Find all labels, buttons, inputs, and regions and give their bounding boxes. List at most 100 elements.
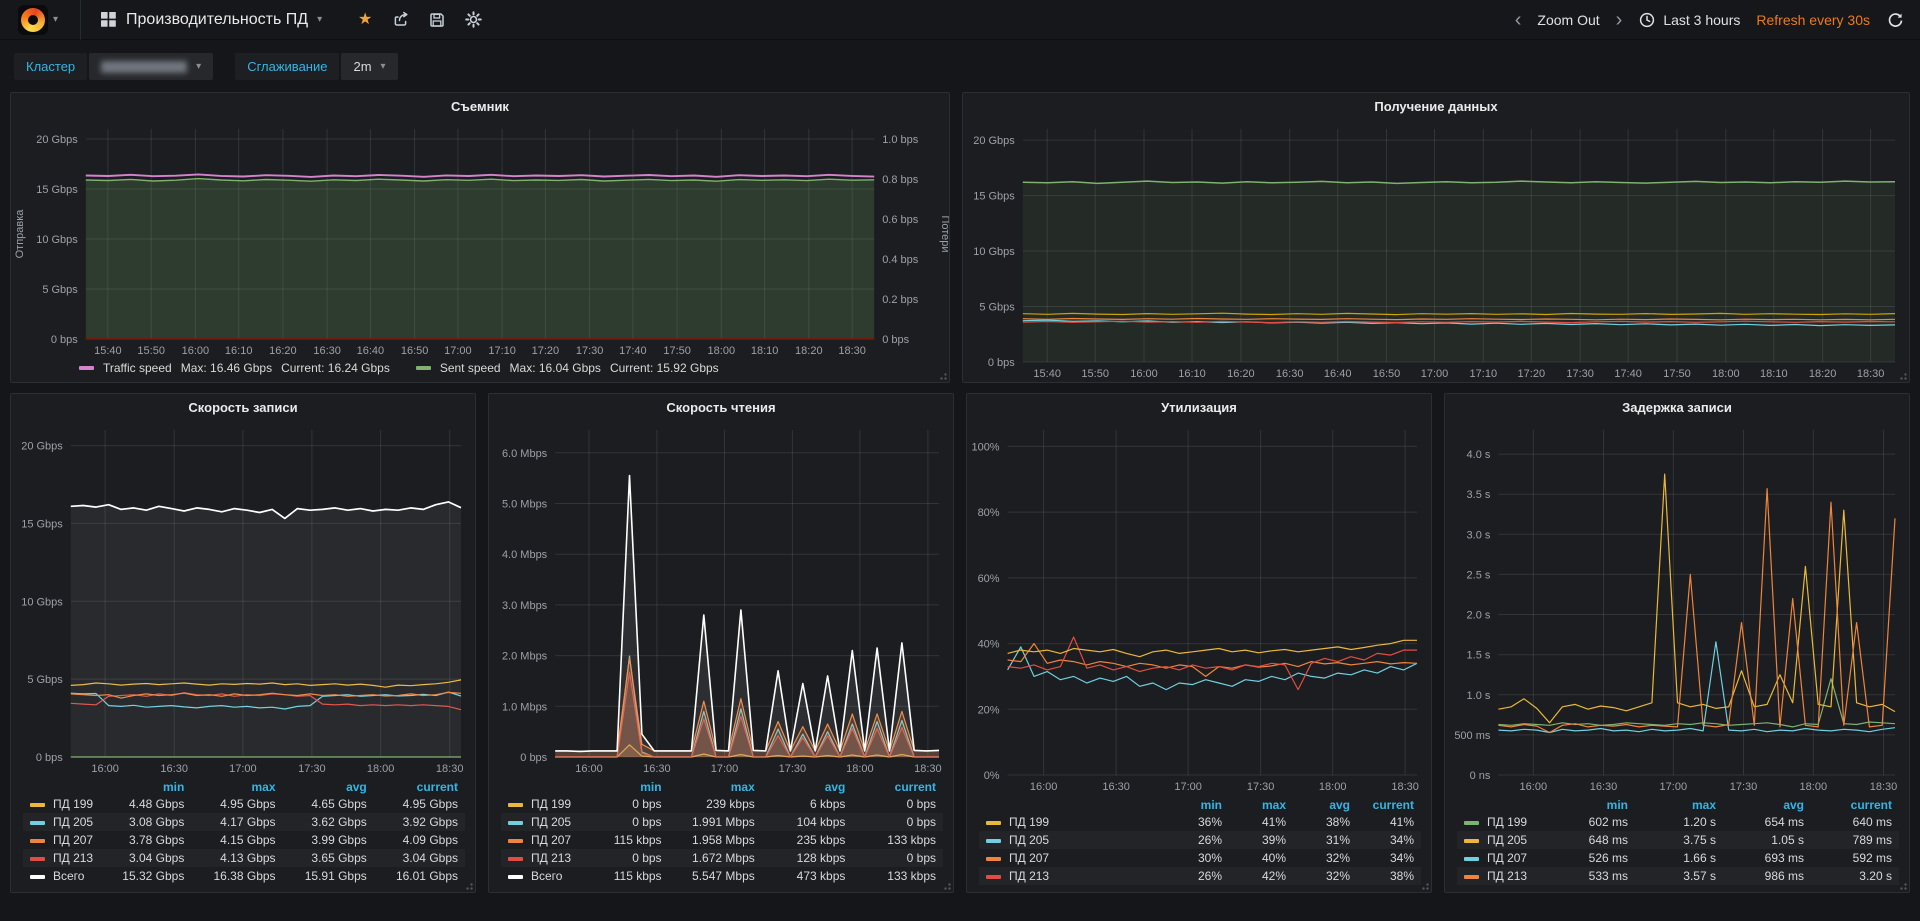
legend-series-name[interactable]: ПД 205 [1457,831,1547,849]
time-shift-back-icon[interactable]: ‹ [1515,10,1522,30]
legend-series-name[interactable]: ПД 207 [1457,849,1547,867]
legend-row: ПД 205 648 ms 3.75 s 1.05 s 789 ms [1457,831,1899,849]
legend-series-name[interactable]: ПД 207 [23,831,100,849]
settings-gear-icon[interactable] [464,11,482,29]
zoom-out-button[interactable]: Zoom Out [1537,12,1599,28]
legend-series-item[interactable]: Sent speed Max: 16.04 Gbps Current: 15.92 … [415,361,719,375]
legend-color-swatch [508,802,523,807]
grafana-logo-button[interactable]: ▾ [10,4,66,35]
star-icon[interactable]: ★ [356,11,374,29]
svg-text:10 Gbps: 10 Gbps [21,596,63,608]
svg-text:16:20: 16:20 [269,345,297,357]
legend-series-name[interactable]: ПД 205 [501,813,578,831]
legend-column-header[interactable]: current [852,779,943,795]
legend-series-name[interactable]: ПД 207 [979,849,1165,867]
legend-column-header[interactable]: max [1635,797,1723,813]
time-range-label: Last 3 hours [1663,11,1741,28]
panel-resize-handle[interactable] [937,370,948,381]
svg-text:16:20: 16:20 [1227,368,1255,380]
svg-text:18:20: 18:20 [1809,368,1837,380]
legend-stat-value: 4.15 Gbps [220,833,276,847]
panel-title[interactable]: Съемник [11,93,949,119]
legend-series-stat: Current: 16.24 Gbps [281,361,390,375]
svg-text:16:30: 16:30 [313,345,341,357]
panel-resize-handle[interactable] [1897,370,1908,381]
variable-cluster-value-dropdown[interactable]: ▾ [89,53,214,80]
legend-column-header[interactable]: current [1811,797,1899,813]
legend-series-name[interactable]: Всего [23,867,100,885]
legend-series-name[interactable]: ПД 199 [23,795,100,813]
variable-smoothing-label[interactable]: Сглаживание [235,53,340,80]
legend-row: ПД 205 3.08 Gbps 4.17 Gbps 3.62 Gbps 3.92 Gb… [23,813,465,831]
timeseries-chart[interactable]: 16:00 16:30 17:00 17:30 18:00 18:30 0 bps 1.0 M… [489,420,953,777]
legend-column-header[interactable]: avg [762,779,853,795]
legend-color-swatch [1464,874,1479,879]
legend-column-header[interactable]: avg [283,779,374,795]
panel-resize-handle[interactable] [463,880,474,891]
legend-column-header[interactable]: max [1229,797,1293,813]
timeseries-chart[interactable]: 15:40 15:50 16:00 16:10 16:20 16:30 16:40 16:50… [963,119,1909,382]
legend-series-name[interactable]: ПД 205 [23,813,100,831]
legend-column-header[interactable]: current [1357,797,1421,813]
timeseries-chart[interactable]: 15:40 15:50 16:00 16:10 16:20 16:30 16:40 16:50… [11,119,949,359]
variable-cluster-value-redacted [101,60,188,73]
legend-stat-value: 602 ms [1588,815,1628,829]
variable-cluster-label[interactable]: Кластер [14,53,88,80]
refresh-interval-label[interactable]: Refresh every 30s [1756,12,1870,28]
panel-resize-handle[interactable] [941,880,952,891]
legend-column-header[interactable]: max [669,779,762,795]
svg-text:20 Gbps: 20 Gbps [973,135,1015,147]
panel-resize-handle[interactable] [1897,880,1908,891]
legend-series-item[interactable]: Traffic speed Max: 16.46 Gbps Current: 16.… [79,361,390,375]
legend-column-header[interactable]: avg [1723,797,1811,813]
panel-resize-handle[interactable] [1419,880,1430,891]
legend-row: ПД 205 26% 39% 31% 34% [979,831,1421,849]
legend-column-header[interactable]: current [374,779,465,795]
dashboard-picker[interactable]: Производительность ПД ▾ [95,11,326,29]
timeseries-chart[interactable]: 16:00 16:30 17:00 17:30 18:00 18:30 0 ns 500 ms… [1445,420,1909,795]
legend-series-name[interactable]: ПД 199 [501,795,578,813]
save-icon[interactable] [428,11,446,29]
refresh-icon[interactable] [1886,11,1904,29]
legend-stat-value: 40% [1261,851,1286,865]
svg-text:18:00: 18:00 [846,763,874,775]
legend-column-header[interactable]: min [1165,797,1229,813]
timeseries-chart[interactable]: 16:00 16:30 17:00 17:30 18:00 18:30 0 bps 5 Gbp… [11,420,475,777]
legend-stat-value: 526 ms [1588,851,1628,865]
legend-stat-value: 32% [1325,869,1350,883]
panel-title[interactable]: Скорость чтения [489,394,953,420]
legend-column-header[interactable]: min [100,779,191,795]
panel-title[interactable]: Получение данных [963,93,1909,119]
share-icon[interactable] [392,11,410,29]
legend-column-header[interactable]: min [578,779,668,795]
legend-series-name[interactable]: ПД 199 [979,813,1165,831]
svg-text:1.5 s: 1.5 s [1467,650,1491,662]
legend-column-header[interactable]: max [191,779,282,795]
svg-text:17:00: 17:00 [1174,781,1202,793]
legend-color-swatch [508,820,523,825]
legend-series-name[interactable]: ПД 213 [501,849,578,867]
legend-column-header[interactable]: min [1547,797,1635,813]
legend-color-swatch [30,856,45,861]
legend-series-name[interactable]: ПД 213 [23,849,100,867]
panel-title[interactable]: Задержка записи [1445,394,1909,420]
legend-series-name[interactable]: Всего [501,867,578,885]
svg-text:17:50: 17:50 [663,345,691,357]
timeseries-chart[interactable]: 16:00 16:30 17:00 17:30 18:00 18:30 0% 20% 40% 60… [967,420,1431,795]
variable-smoothing-value-dropdown[interactable]: 2m ▾ [341,53,398,80]
svg-text:16:30: 16:30 [1276,368,1304,380]
legend-series-name[interactable]: ПД 205 [979,831,1165,849]
panel-title[interactable]: Утилизация [967,394,1431,420]
legend-series-name[interactable]: ПД 199 [1457,813,1547,831]
panel-title[interactable]: Скорость записи [11,394,475,420]
legend-series-name[interactable]: ПД 213 [1457,867,1547,885]
legend-color-swatch [508,838,523,843]
legend-color-swatch [986,820,1001,825]
time-range-picker[interactable]: Last 3 hours [1638,11,1740,29]
legend-column-header[interactable]: avg [1293,797,1357,813]
svg-text:18:30: 18:30 [838,345,866,357]
time-shift-forward-icon[interactable]: › [1616,10,1623,30]
legend-row: ПД 207 3.78 Gbps 4.15 Gbps 3.99 Gbps 4.09 Gb… [23,831,465,849]
legend-series-name[interactable]: ПД 207 [501,831,578,849]
legend-series-name[interactable]: ПД 213 [979,867,1165,885]
